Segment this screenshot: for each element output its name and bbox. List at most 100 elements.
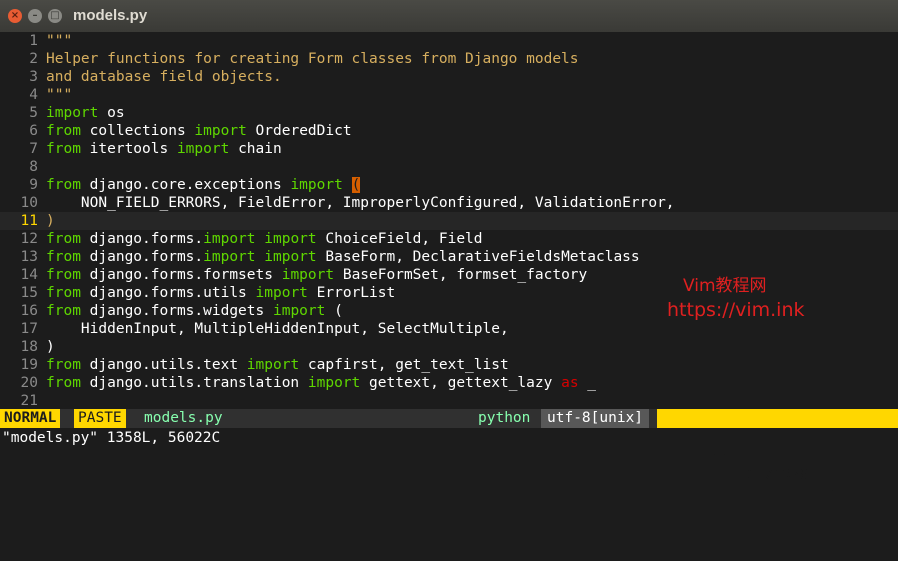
code-line[interactable]: 8 bbox=[0, 158, 898, 176]
code-token: import bbox=[290, 177, 343, 193]
code-token: ) bbox=[46, 339, 55, 355]
line-number: 1 bbox=[29, 33, 38, 49]
line-number: 3 bbox=[29, 69, 38, 85]
code-line[interactable]: 2 Helper functions for creating Form clas… bbox=[0, 50, 898, 68]
code-line[interactable]: 3 and database field objects. bbox=[0, 68, 898, 86]
close-window-button[interactable]: × bbox=[8, 9, 22, 23]
menu-icon: ☰ bbox=[713, 448, 726, 464]
code-token: from bbox=[46, 303, 81, 319]
code-token: _ bbox=[578, 375, 597, 391]
command-line[interactable]: "models.py" 1358L, 56022C bbox=[0, 428, 898, 448]
line-number: 11 bbox=[20, 213, 38, 229]
code-token: django.forms.utils bbox=[80, 285, 256, 301]
code-token: """ bbox=[46, 87, 73, 103]
status-filename: models.py bbox=[144, 410, 223, 426]
statusline: NORMAL PASTE models.py python utf-8[unix… bbox=[0, 409, 898, 540]
code-line[interactable]: 10 NON_FIELD_ERRORS, FieldError, Imprope… bbox=[0, 194, 898, 212]
line-number: 8 bbox=[29, 159, 38, 175]
watermark-site-name: Vim教程网 bbox=[683, 276, 767, 296]
code-token: import bbox=[272, 303, 326, 319]
code-token: from bbox=[46, 285, 81, 301]
status-line-count: 11/1358 bbox=[747, 467, 809, 483]
code-line[interactable]: 21 bbox=[0, 392, 898, 410]
code-token: import bbox=[46, 105, 99, 121]
line-number: 2 bbox=[29, 51, 38, 67]
code-line[interactable]: 1 """ bbox=[0, 32, 898, 50]
line-number: 13 bbox=[20, 249, 38, 265]
code-token: itertools bbox=[80, 141, 177, 157]
code-token: ChoiceField, Field bbox=[316, 231, 483, 247]
status-encoding: utf-8[unix] bbox=[541, 409, 650, 428]
code-line[interactable]: 9 from django.core.exceptions import ( bbox=[0, 176, 898, 194]
window-titlebar: × – □ models.py bbox=[0, 0, 898, 33]
line-number: 17 bbox=[20, 321, 38, 337]
code-token: import import bbox=[203, 231, 317, 247]
code-token: import bbox=[194, 123, 247, 139]
status-filetype: python bbox=[478, 410, 531, 426]
line-number: 5 bbox=[29, 105, 38, 121]
minimize-window-button[interactable]: – bbox=[28, 9, 42, 23]
code-token: import bbox=[307, 375, 361, 391]
code-token: ( bbox=[351, 177, 361, 193]
code-token: django.utils.translation bbox=[80, 375, 308, 391]
code-token: from bbox=[46, 267, 81, 283]
line-number: 20 bbox=[20, 375, 38, 391]
code-token: ( bbox=[325, 303, 343, 319]
code-token: Helper functions for creating Form class… bbox=[46, 51, 579, 67]
code-line[interactable]: 18) bbox=[0, 338, 898, 356]
code-token: and database field objects. bbox=[46, 69, 282, 85]
code-token: os bbox=[98, 105, 125, 121]
code-line[interactable]: 12 from django.forms.import import Choice… bbox=[0, 230, 898, 248]
code-token: capfirst, get_text_list bbox=[299, 357, 509, 373]
code-token: from bbox=[46, 141, 81, 157]
code-line[interactable]: 7 from itertools import chain bbox=[0, 140, 898, 158]
code-token: as bbox=[561, 375, 579, 391]
code-token: NON_FIELD_ERRORS, FieldError, Improperly… bbox=[46, 195, 675, 211]
code-token: django.forms.formsets bbox=[80, 267, 282, 283]
line-number: 4 bbox=[29, 87, 38, 103]
code-token: BaseFormSet, formset_factory bbox=[334, 267, 588, 283]
code-token: import bbox=[176, 141, 230, 157]
status-col-separator: : bbox=[849, 505, 858, 521]
code-token: from bbox=[46, 231, 81, 247]
mode-indicator: NORMAL bbox=[0, 409, 61, 428]
code-line[interactable]: 5 import os bbox=[0, 104, 898, 122]
line-number: 16 bbox=[20, 303, 38, 319]
code-token: from bbox=[46, 249, 81, 265]
code-token: import bbox=[246, 357, 300, 373]
code-token: BaseForm, DeclarativeFieldsMetaclass bbox=[316, 249, 640, 265]
current-code-line[interactable]: 11) bbox=[0, 212, 898, 230]
line-number: 6 bbox=[29, 123, 38, 139]
line-number: 12 bbox=[20, 231, 38, 247]
code-line[interactable]: 6 from collections import OrderedDict bbox=[0, 122, 898, 140]
code-token: HiddenInput, MultipleHiddenInput, Select… bbox=[46, 321, 509, 337]
code-token: collections bbox=[80, 123, 195, 139]
status-ln-label: ln bbox=[820, 486, 838, 502]
code-token: import import bbox=[203, 249, 317, 265]
editor-buffer[interactable]: 1 """ 2 Helper functions for creating Form … bbox=[0, 32, 898, 410]
status-column: 1 bbox=[874, 524, 883, 540]
code-token: from bbox=[46, 123, 81, 139]
code-token: chain bbox=[229, 141, 282, 157]
code-token: django.utils.text bbox=[80, 357, 247, 373]
code-token: django.core.exceptions bbox=[80, 177, 291, 193]
paste-indicator: PASTE bbox=[74, 409, 126, 428]
code-line[interactable]: 19 from django.utils.text import capfirst… bbox=[0, 356, 898, 374]
code-line[interactable]: 17 HiddenInput, MultipleHiddenInput, Sel… bbox=[0, 320, 898, 338]
code-token: django.forms.widgets bbox=[80, 303, 273, 319]
line-number: 14 bbox=[20, 267, 38, 283]
line-number: 19 bbox=[20, 357, 38, 373]
line-number: 7 bbox=[29, 141, 38, 157]
line-number: 21 bbox=[20, 393, 38, 409]
code-token: from bbox=[46, 357, 81, 373]
maximize-window-button[interactable]: □ bbox=[48, 9, 62, 23]
code-token: import bbox=[281, 267, 335, 283]
watermark-url: https://vim.ink bbox=[667, 299, 805, 321]
code-token: django.forms. bbox=[80, 231, 204, 247]
code-token: gettext, gettext_lazy bbox=[360, 375, 562, 391]
code-line[interactable]: 4 """ bbox=[0, 86, 898, 104]
code-line[interactable]: 20 from django.utils.translation import g… bbox=[0, 374, 898, 392]
code-line[interactable]: 13 from django.forms.import import BaseFo… bbox=[0, 248, 898, 266]
line-number: 15 bbox=[20, 285, 38, 301]
